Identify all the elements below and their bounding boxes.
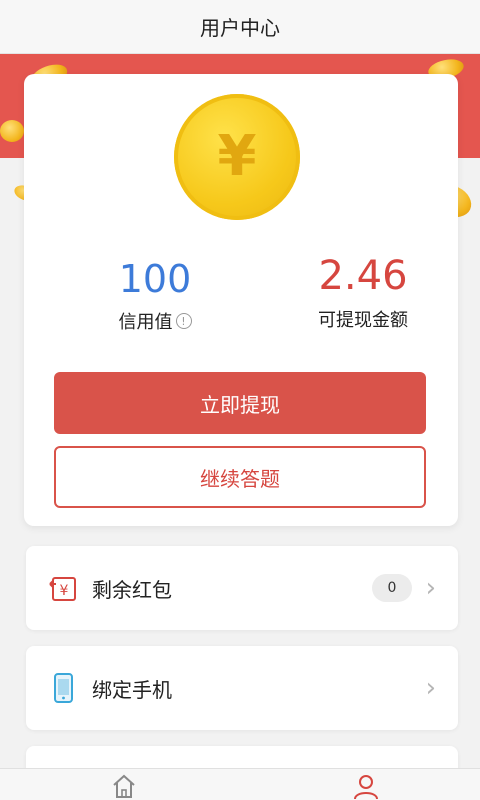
credit-stat: 100 信用值 ! [80, 260, 230, 334]
balance-label-row: 可提现金额 [268, 306, 458, 332]
coin-icon: ¥ [174, 94, 300, 220]
red-envelope-icon: ¥ [49, 577, 76, 601]
user-icon[interactable] [352, 773, 380, 799]
menu-item-red-envelope[interactable]: ¥ 剩余红包 0 › [26, 546, 458, 630]
nav-bar: 用户中心 [0, 0, 480, 54]
svg-text:¥: ¥ [60, 583, 69, 599]
yen-symbol: ¥ [217, 124, 257, 189]
menu-item-label: 绑定手机 [92, 677, 172, 702]
menu-item-label: 剩余红包 [92, 577, 172, 602]
credit-value: 100 [118, 257, 192, 301]
balance-stat: 2.46 可提现金额 [268, 256, 458, 332]
credit-label: 信用值 [118, 312, 173, 333]
continue-quiz-button[interactable]: 继续答题 [54, 446, 426, 508]
info-icon[interactable]: ! [175, 313, 192, 329]
balance-label: 可提现金额 [318, 310, 408, 331]
page-title: 用户中心 [200, 16, 280, 40]
tab-bar [0, 768, 480, 800]
phone-icon [54, 673, 73, 703]
menu-item-bind-phone[interactable]: 绑定手机 › [26, 646, 458, 730]
credit-label-row: 信用值 ! [80, 308, 230, 334]
count-badge: 0 [372, 574, 412, 602]
chevron-right-icon: › [425, 673, 436, 703]
balance-value: 2.46 [318, 253, 408, 299]
withdraw-button[interactable]: 立即提现 [54, 372, 426, 434]
floating-coin-icon [0, 120, 24, 142]
chevron-right-icon: › [425, 573, 436, 603]
home-icon[interactable] [110, 773, 138, 799]
wallet-card: ¥ 100 信用值 ! 2.46 可提现金额 立即提现 继续答题 [24, 74, 458, 526]
